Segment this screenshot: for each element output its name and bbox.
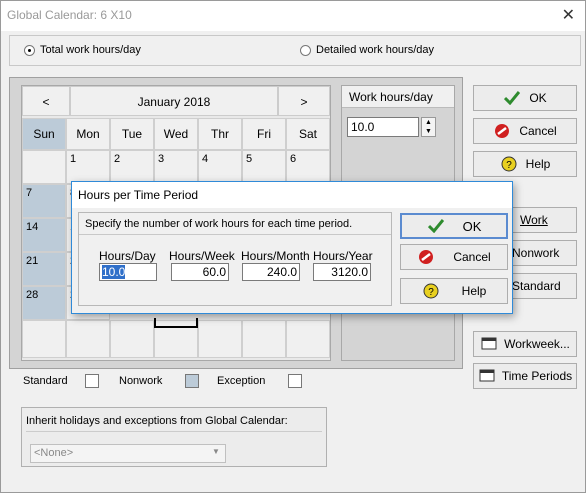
cancel-label: Cancel bbox=[519, 124, 557, 138]
check-icon bbox=[427, 217, 445, 235]
work-hours-label: Work hours/day bbox=[342, 86, 454, 108]
calendar-window: Global Calendar: 6 X10 ✕ Total work hour… bbox=[0, 0, 586, 493]
legend-exception-swatch bbox=[288, 374, 302, 388]
cancel-button[interactable]: Cancel bbox=[473, 118, 577, 144]
day-cell[interactable] bbox=[286, 320, 330, 358]
detailed-hours-radio[interactable] bbox=[300, 45, 311, 56]
legend-nonwork-label: Nonwork bbox=[119, 375, 163, 387]
cancel-icon bbox=[493, 122, 511, 140]
svg-text:?: ? bbox=[506, 160, 512, 171]
work-hours-spinner[interactable]: ▲ ▼ bbox=[421, 117, 436, 137]
help-icon: ? bbox=[422, 282, 440, 300]
day-cell[interactable] bbox=[22, 320, 66, 358]
ok-label: OK bbox=[529, 91, 547, 105]
inherit-dropdown[interactable]: <None> ▼ bbox=[30, 444, 226, 463]
hours-year-input[interactable]: 3120.0 bbox=[313, 263, 371, 281]
day-cell[interactable] bbox=[242, 320, 286, 358]
legend-nonwork-swatch bbox=[185, 374, 199, 388]
dialog-fields-panel: Specify the number of work hours for eac… bbox=[78, 212, 392, 306]
window-title: Global Calendar: 6 X10 bbox=[7, 8, 132, 22]
day-header-wed: Wed bbox=[154, 118, 198, 150]
next-month-button[interactable]: > bbox=[278, 86, 330, 116]
day-cell[interactable] bbox=[66, 320, 110, 358]
day-cell-sunday[interactable]: 21 bbox=[22, 252, 66, 286]
day-cell-sunday[interactable]: 7 bbox=[22, 184, 66, 218]
hours-per-period-dialog: Hours per Time Period Specify the number… bbox=[71, 181, 513, 314]
work-label: Work bbox=[520, 213, 548, 227]
mode-selector: Total work hours/day Detailed work hours… bbox=[9, 35, 581, 66]
help-label: Help bbox=[525, 157, 551, 171]
day-cell[interactable] bbox=[110, 320, 154, 358]
dialog-ok-label: OK bbox=[462, 218, 482, 234]
selected-day-outline bbox=[154, 318, 198, 328]
dialog-title: Hours per Time Period bbox=[78, 188, 199, 202]
nonwork-label: Nonwork bbox=[512, 246, 560, 260]
day-cell[interactable] bbox=[22, 150, 66, 184]
hours-day-input[interactable]: 10.0 bbox=[99, 263, 157, 281]
dialog-cancel-label: Cancel bbox=[453, 250, 491, 264]
workweek-label: Workweek... bbox=[504, 337, 570, 351]
chevron-down-icon: ▼ bbox=[212, 447, 220, 456]
legend-standard-swatch bbox=[85, 374, 99, 388]
dialog-title-bar: Hours per Time Period bbox=[72, 182, 512, 208]
total-hours-radio[interactable] bbox=[24, 45, 35, 56]
dialog-help-button[interactable]: ? Help bbox=[400, 278, 508, 304]
hours-day-label: Hours/Day bbox=[99, 249, 156, 263]
day-cell[interactable]: 3 bbox=[154, 150, 198, 184]
standard-label: Standard bbox=[512, 279, 561, 293]
hours-week-label: Hours/Week bbox=[169, 249, 235, 263]
day-header-tue: Tue bbox=[110, 118, 154, 150]
day-cell[interactable]: 5 bbox=[242, 150, 286, 184]
day-header-thr: Thr bbox=[198, 118, 242, 150]
day-cell[interactable]: 2 bbox=[110, 150, 154, 184]
workweek-button[interactable]: Workweek... bbox=[473, 331, 577, 357]
help-icon: ? bbox=[500, 155, 518, 173]
inherit-dropdown-value: <None> bbox=[34, 447, 74, 459]
dialog-instruction: Specify the number of work hours for eac… bbox=[79, 213, 391, 235]
close-icon[interactable]: ✕ bbox=[562, 5, 575, 25]
day-header-sun: Sun bbox=[22, 118, 66, 150]
day-header-mon: Mon bbox=[66, 118, 110, 150]
time-periods-label: Time Periods bbox=[501, 369, 573, 383]
inherit-label: Inherit holidays and exceptions from Glo… bbox=[26, 415, 288, 427]
day-cell[interactable]: 4 bbox=[198, 150, 242, 184]
inherit-group: Inherit holidays and exceptions from Glo… bbox=[21, 407, 327, 467]
dialog-help-label: Help bbox=[461, 284, 487, 298]
time-periods-button[interactable]: Time Periods bbox=[473, 363, 577, 389]
standard-button[interactable]: Standard bbox=[505, 273, 577, 299]
hours-day-selected-text: 10.0 bbox=[102, 265, 126, 279]
dialog-ok-button[interactable]: OK bbox=[400, 213, 508, 239]
title-bar: Global Calendar: 6 X10 ✕ bbox=[1, 1, 585, 31]
hours-year-label: Hours/Year bbox=[313, 249, 373, 263]
day-cell-sunday[interactable]: 28 bbox=[22, 286, 66, 320]
work-button[interactable]: Work bbox=[505, 207, 577, 233]
help-button[interactable]: ? Help bbox=[473, 151, 577, 177]
hours-week-input[interactable]: 60.0 bbox=[171, 263, 229, 281]
calendar-icon bbox=[478, 367, 496, 385]
day-cell[interactable]: 1 bbox=[66, 150, 110, 184]
detailed-hours-label: Detailed work hours/day bbox=[316, 44, 435, 56]
dialog-cancel-button[interactable]: Cancel bbox=[400, 244, 508, 270]
day-cell[interactable] bbox=[198, 320, 242, 358]
day-cell[interactable]: 6 bbox=[286, 150, 330, 184]
month-label: January 2018 bbox=[70, 86, 278, 116]
work-hours-input[interactable]: 10.0 bbox=[347, 117, 419, 137]
legend-exception-label: Exception bbox=[217, 375, 266, 387]
nonwork-button[interactable]: Nonwork bbox=[505, 240, 577, 266]
hours-month-label: Hours/Month bbox=[241, 249, 310, 263]
ok-button[interactable]: OK bbox=[473, 85, 577, 111]
cancel-icon bbox=[417, 248, 435, 266]
legend-standard-label: Standard bbox=[23, 375, 68, 387]
svg-text:?: ? bbox=[428, 287, 434, 298]
day-header-fri: Fri bbox=[242, 118, 286, 150]
prev-month-button[interactable]: < bbox=[22, 86, 70, 116]
total-hours-label: Total work hours/day bbox=[40, 44, 141, 56]
day-header-sat: Sat bbox=[286, 118, 330, 150]
hours-month-input[interactable]: 240.0 bbox=[242, 263, 300, 281]
divider bbox=[26, 431, 322, 432]
day-cell-sunday[interactable]: 14 bbox=[22, 218, 66, 252]
check-icon bbox=[503, 89, 521, 107]
calendar-icon bbox=[480, 335, 498, 353]
